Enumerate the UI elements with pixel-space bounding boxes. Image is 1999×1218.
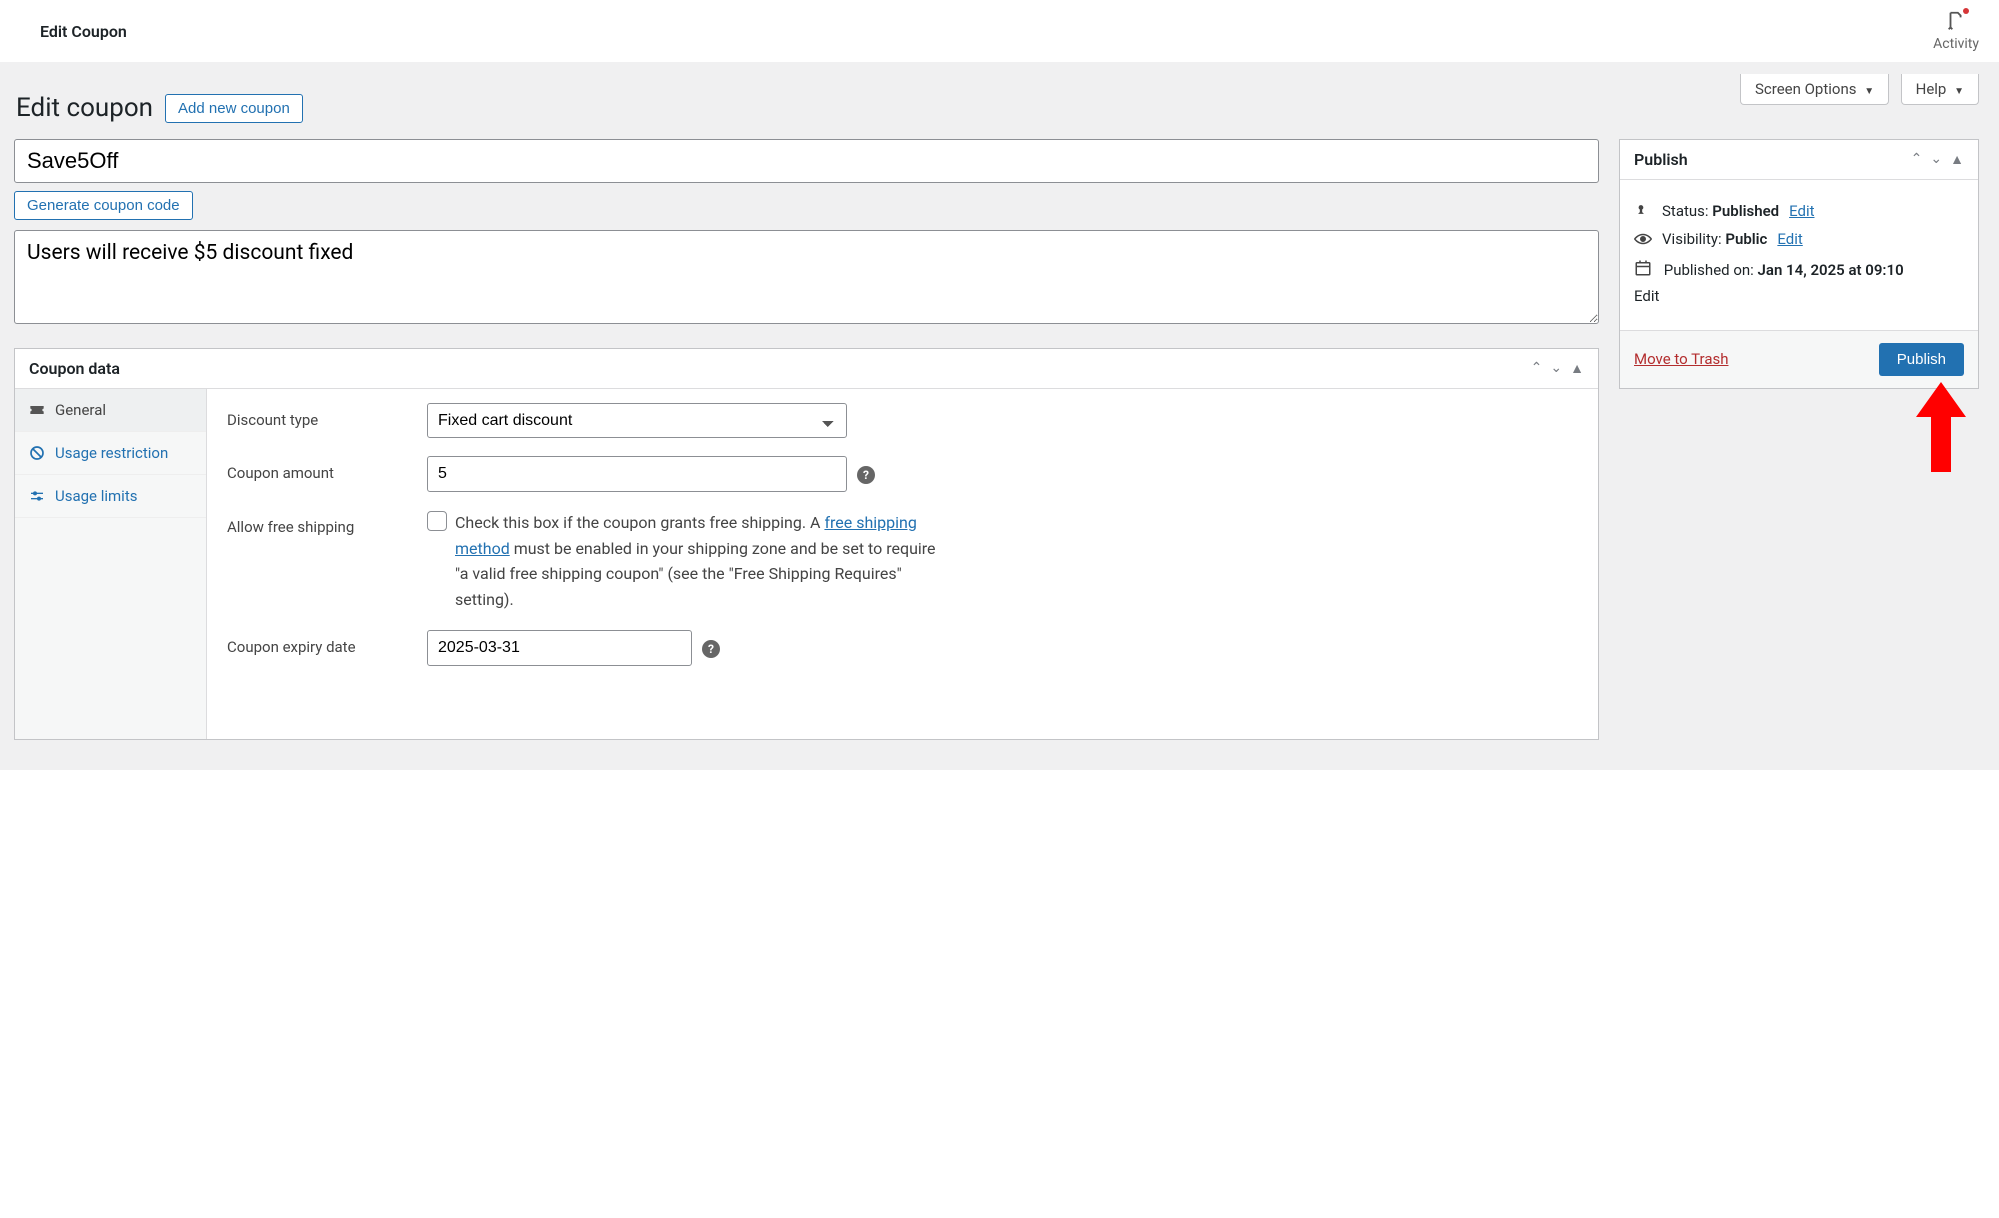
help-icon[interactable]: ? <box>857 466 875 484</box>
discount-type-label: Discount type <box>227 403 427 429</box>
panel-down-icon[interactable]: ⌄ <box>1930 151 1942 168</box>
eye-icon <box>1634 232 1652 246</box>
publish-button[interactable]: Publish <box>1879 343 1964 376</box>
panel-up-icon[interactable]: ⌃ <box>1911 151 1923 168</box>
discount-type-select[interactable]: Fixed cart discount <box>427 403 847 438</box>
help-button[interactable]: Help ▼ <box>1901 74 1979 105</box>
publish-title: Publish <box>1634 150 1688 169</box>
activity-icon <box>1945 10 1967 32</box>
coupon-description-input[interactable] <box>14 230 1599 324</box>
chevron-down-icon: ▼ <box>1954 86 1964 97</box>
activity-button[interactable]: Activity <box>1933 10 1979 52</box>
published-on-label: Published on: Jan 14, 2025 at 09:10 <box>1664 261 1904 279</box>
screen-options-button[interactable]: Screen Options ▼ <box>1740 74 1889 105</box>
expiry-date-input[interactable] <box>427 630 692 666</box>
visibility-label: Visibility: Public <box>1662 230 1767 248</box>
tab-general[interactable]: General <box>15 389 206 432</box>
sliders-icon <box>29 488 45 504</box>
pin-icon <box>1634 202 1652 220</box>
ban-icon <box>29 445 45 461</box>
free-shipping-checkbox[interactable] <box>427 511 447 531</box>
add-new-coupon-button[interactable]: Add new coupon <box>165 94 303 123</box>
coupon-data-title: Coupon data <box>29 359 120 378</box>
heading: Edit coupon <box>16 85 153 131</box>
panel-collapse-icon[interactable]: ▲ <box>1570 360 1584 377</box>
activity-label: Activity <box>1933 36 1979 52</box>
tab-usage-restriction[interactable]: Usage restriction <box>15 432 206 475</box>
panel-down-icon[interactable]: ⌄ <box>1550 360 1562 377</box>
chevron-down-icon: ▼ <box>1864 86 1874 97</box>
tab-usage-limits[interactable]: Usage limits <box>15 475 206 518</box>
generate-code-button[interactable]: Generate coupon code <box>14 191 193 220</box>
expiry-date-label: Coupon expiry date <box>227 630 427 656</box>
panel-collapse-icon[interactable]: ▲ <box>1950 151 1964 168</box>
edit-date-link[interactable]: Edit <box>1634 287 1659 305</box>
ticket-icon <box>29 404 45 416</box>
calendar-icon <box>1634 259 1652 284</box>
free-shipping-description: Check this box if the coupon grants free… <box>455 510 947 612</box>
coupon-amount-input[interactable] <box>427 456 847 492</box>
free-shipping-label: Allow free shipping <box>227 510 427 536</box>
page-title: Edit Coupon <box>30 14 137 49</box>
panel-up-icon[interactable]: ⌃ <box>1531 360 1543 377</box>
coupon-amount-label: Coupon amount <box>227 456 427 482</box>
coupon-code-input[interactable] <box>14 139 1599 183</box>
edit-visibility-link[interactable]: Edit <box>1777 230 1802 248</box>
help-icon[interactable]: ? <box>702 640 720 658</box>
status-label: Status: Published <box>1662 202 1779 220</box>
annotation-arrow-icon <box>1916 382 1966 472</box>
edit-status-link[interactable]: Edit <box>1789 202 1814 220</box>
move-to-trash-link[interactable]: Move to Trash <box>1634 350 1728 368</box>
